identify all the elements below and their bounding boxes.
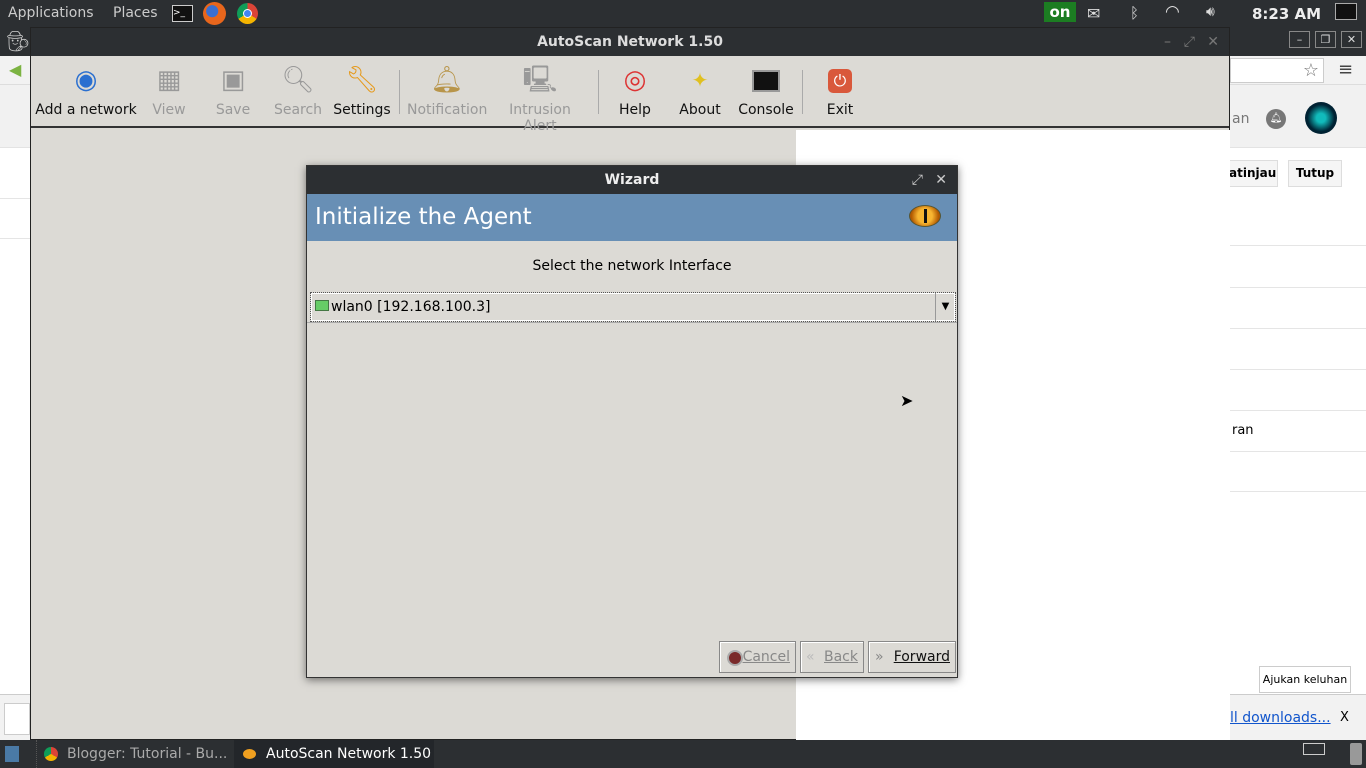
forward-button[interactable]: » Forward xyxy=(868,641,956,673)
incognito-icon: 🕵︎ xyxy=(5,29,31,53)
header-text: an xyxy=(1232,111,1250,127)
cancel-button[interactable]: Cancel xyxy=(719,641,796,673)
clock[interactable]: 8:23 AM xyxy=(1252,5,1321,23)
star-icon: ✦ xyxy=(691,68,709,92)
terminal-icon[interactable]: >_ xyxy=(172,5,193,22)
toolbar: ◉ Add a network ▦ View ▣ Save 🔍︎ Search 🔧︎ Se… xyxy=(31,56,1229,134)
bell-icon: 🔔︎ xyxy=(430,65,464,95)
download-item[interactable] xyxy=(4,703,30,735)
list-text: ran xyxy=(1232,423,1254,438)
taskbar: Blogger: Tutorial - Bu... AutoScan Netwo… xyxy=(0,740,1366,768)
star-icon[interactable]: ☆ xyxy=(1303,60,1319,81)
floppy-icon: ▣ xyxy=(220,65,246,95)
view-icon: ▦ xyxy=(156,65,182,95)
minimize-button[interactable]: – xyxy=(1164,28,1171,56)
wizard-dialog: Wizard ⤢ ✕ Initialize the Agent Select t… xyxy=(306,165,958,678)
back-arrow-icon: « xyxy=(806,649,815,665)
downloads-close-button[interactable]: X xyxy=(1340,710,1349,725)
wrench-icon: 🔧︎ xyxy=(345,65,379,95)
terminal-icon xyxy=(735,56,797,104)
back-button[interactable]: « Back xyxy=(800,641,864,673)
browser-restore-button[interactable]: ❐ xyxy=(1315,31,1336,48)
chevron-down-icon[interactable]: ▼ xyxy=(935,293,955,321)
wifi-icon[interactable]: ◠ xyxy=(1165,2,1180,22)
close-button[interactable]: ✕ xyxy=(935,166,947,194)
selected-interface: wlan0 [192.168.100.3] xyxy=(331,299,491,315)
about-button[interactable]: ✦ About xyxy=(677,56,723,128)
back-arrow-icon[interactable]: ◀ xyxy=(9,60,21,79)
indicator-on[interactable]: on xyxy=(1044,2,1076,22)
applications-menu[interactable]: Applications xyxy=(8,5,94,21)
stop-icon xyxy=(727,650,743,666)
add-network-button[interactable]: ◉ Add a network xyxy=(35,56,137,128)
browser-close-button[interactable]: ✕ xyxy=(1341,31,1362,48)
autoscan-eye-icon xyxy=(243,749,256,759)
close-button[interactable]: Tutup xyxy=(1288,160,1342,187)
browser-minimize-button[interactable]: – xyxy=(1289,31,1310,48)
autoscan-titlebar: AutoScan Network 1.50 – ⤢ ✕ xyxy=(31,28,1229,56)
network-card-icon xyxy=(315,300,329,311)
magnifier-icon: 🔍︎ xyxy=(281,65,315,95)
mail-icon[interactable]: ✉ xyxy=(1087,4,1100,23)
window-title: AutoScan Network 1.50 xyxy=(537,34,723,50)
console-button[interactable]: Console xyxy=(735,56,797,128)
intrusion-alert-button[interactable]: 🖳 Intrusion Alert xyxy=(493,56,587,134)
chrome-icon xyxy=(44,747,58,761)
search-button[interactable]: 🔍︎ Search xyxy=(271,56,325,128)
help-button[interactable]: ◎ Help xyxy=(613,56,657,128)
places-menu[interactable]: Places xyxy=(113,5,158,21)
display-icon[interactable] xyxy=(1335,3,1357,20)
trash-icon[interactable] xyxy=(1350,743,1362,765)
lifebuoy-icon: ◎ xyxy=(623,65,647,95)
mouse-cursor-icon: ➤ xyxy=(900,391,914,410)
show-desktop-icon[interactable] xyxy=(5,746,19,762)
forward-arrow-icon: » xyxy=(875,649,884,665)
bluetooth-icon[interactable]: ᛒ xyxy=(1130,4,1139,22)
view-button[interactable]: ▦ View xyxy=(147,56,191,128)
save-button[interactable]: ▣ Save xyxy=(211,56,255,128)
close-button[interactable]: ✕ xyxy=(1207,28,1219,56)
top-panel: Applications Places >_ on ✉ ᛒ ◠ 🔊︎ 8:23 … xyxy=(0,0,1366,27)
chrome-icon[interactable] xyxy=(237,3,258,24)
firefox-icon[interactable] xyxy=(203,2,226,25)
complaint-button[interactable]: Ajukan keluhan xyxy=(1259,666,1351,693)
maximize-button[interactable]: ⤢ xyxy=(1184,28,1195,56)
settings-button[interactable]: 🔧︎ Settings xyxy=(331,56,393,128)
computer-plug-icon: 🖳 xyxy=(522,65,558,95)
interface-prompt: Select the network Interface xyxy=(532,258,732,274)
menu-icon[interactable]: ≡ xyxy=(1338,59,1353,80)
power-icon: ⏻ xyxy=(819,56,861,104)
taskbar-item-blogger[interactable]: Blogger: Tutorial - Bu... xyxy=(36,740,232,768)
exit-button[interactable]: ⏻ Exit xyxy=(819,56,861,128)
maximize-button[interactable]: ⤢ xyxy=(912,166,923,194)
interface-select[interactable]: wlan0 [192.168.100.3] ▼ xyxy=(310,292,956,322)
wizard-header: Initialize the Agent xyxy=(307,194,957,241)
avatar[interactable] xyxy=(1305,102,1337,134)
wizard-title: Wizard xyxy=(604,172,660,188)
workspace-switcher[interactable] xyxy=(1303,743,1325,755)
wizard-titlebar: Wizard ⤢ ✕ xyxy=(307,166,957,194)
notification-button[interactable]: 🔔︎ Notification xyxy=(407,56,487,128)
wizard-heading: Initialize the Agent xyxy=(315,204,532,230)
all-downloads-link[interactable]: ll downloads... xyxy=(1230,710,1331,726)
eye-logo-icon xyxy=(909,205,941,227)
omnibox[interactable]: ☆ xyxy=(1230,58,1324,83)
taskbar-item-autoscan[interactable]: AutoScan Network 1.50 xyxy=(234,740,434,768)
notification-bell-icon[interactable]: 🔔︎ xyxy=(1266,109,1286,129)
volume-icon[interactable]: 🔊︎ xyxy=(1206,4,1215,20)
globe-icon: ◉ xyxy=(74,65,98,95)
